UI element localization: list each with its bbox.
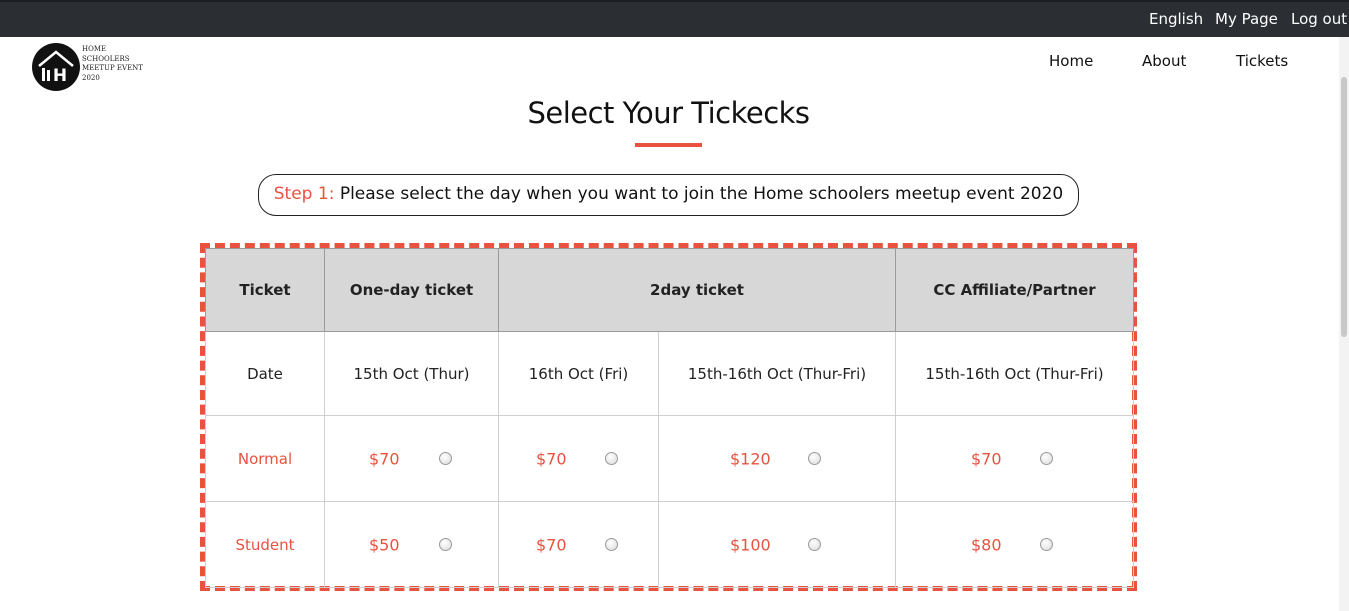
- logo-line-4: 2020: [82, 73, 100, 82]
- price-value: $70: [536, 449, 567, 468]
- price-value: $100: [730, 535, 771, 554]
- ticket-table: Ticket One-day ticket 2day ticket CC Aff…: [205, 248, 1134, 588]
- radio-button[interactable]: [439, 451, 452, 465]
- date-cell: 15th-16th Oct (Thur-Fri): [895, 331, 1134, 416]
- site-logo[interactable]: H: [31, 42, 81, 92]
- radio-button[interactable]: [808, 451, 821, 465]
- date-cell: 15th-16th Oct (Thur-Fri): [658, 331, 896, 416]
- radio-button[interactable]: [605, 537, 618, 551]
- scrollbar-thumb[interactable]: [1341, 77, 1347, 337]
- price-value: $70: [536, 535, 567, 554]
- normal-label: Normal: [205, 415, 325, 502]
- logout-link[interactable]: Log out: [1291, 10, 1347, 28]
- radio-button[interactable]: [1040, 451, 1053, 465]
- price-value: $80: [971, 535, 1002, 554]
- header-one-day: One-day ticket: [324, 248, 499, 332]
- student-label: Student: [205, 501, 325, 588]
- nav-tickets[interactable]: Tickets: [1236, 52, 1288, 70]
- table-row: Date 15th Oct (Thur) 16th Oct (Fri) 15th…: [205, 331, 1134, 416]
- price-value: $120: [730, 449, 771, 468]
- step-instruction: Step 1: Please select the day when you w…: [258, 174, 1079, 216]
- table-row: Student $50 $70 $100 $80: [205, 501, 1134, 588]
- table-header-row: Ticket One-day ticket 2day ticket CC Aff…: [205, 248, 1134, 332]
- step-text: Please select the day when you want to j…: [334, 184, 1064, 204]
- logo-line-1: HOME: [82, 45, 107, 53]
- radio-button[interactable]: [1040, 537, 1053, 551]
- logo-icon: H: [32, 43, 80, 91]
- logo-line-2: SCHOOLERS: [82, 54, 130, 63]
- step-label: Step 1:: [273, 184, 335, 204]
- date-label: Date: [205, 331, 325, 416]
- logo-mark: H: [53, 66, 67, 86]
- price-cell[interactable]: $120: [658, 415, 896, 502]
- title-underline: [635, 143, 702, 147]
- my-page-link[interactable]: My Page: [1215, 10, 1278, 28]
- price-cell[interactable]: $70: [324, 415, 499, 502]
- price-value: $70: [369, 449, 400, 468]
- date-cell: 15th Oct (Thur): [324, 331, 499, 416]
- header-cc-affiliate: CC Affiliate/Partner: [895, 248, 1134, 332]
- language-selector[interactable]: English: [1149, 10, 1203, 28]
- price-cell[interactable]: $80: [895, 501, 1134, 588]
- page-title: Select Your Tickecks: [527, 96, 810, 130]
- page-scrollbar[interactable]: [1339, 37, 1349, 611]
- table-row: Normal $70 $70 $120 $70: [205, 415, 1134, 502]
- logo-text: HOME SCHOOLERS MEETUP EVENT 2020: [82, 45, 143, 83]
- radio-button[interactable]: [439, 537, 452, 551]
- nav-home[interactable]: Home: [1049, 52, 1093, 70]
- price-cell[interactable]: $100: [658, 501, 896, 588]
- header-ticket: Ticket: [205, 248, 325, 332]
- price-cell[interactable]: $70: [498, 501, 659, 588]
- price-cell[interactable]: $70: [498, 415, 659, 502]
- price-cell[interactable]: $70: [895, 415, 1134, 502]
- header-two-day: 2day ticket: [498, 248, 896, 332]
- nav-about[interactable]: About: [1142, 52, 1186, 70]
- date-cell: 16th Oct (Fri): [498, 331, 659, 416]
- price-value: $50: [369, 535, 400, 554]
- radio-button[interactable]: [808, 537, 821, 551]
- price-cell[interactable]: $50: [324, 501, 499, 588]
- top-bar: English My Page Log out: [0, 0, 1349, 37]
- price-value: $70: [971, 449, 1002, 468]
- radio-button[interactable]: [605, 451, 618, 465]
- logo-line-3: MEETUP EVENT: [82, 64, 143, 72]
